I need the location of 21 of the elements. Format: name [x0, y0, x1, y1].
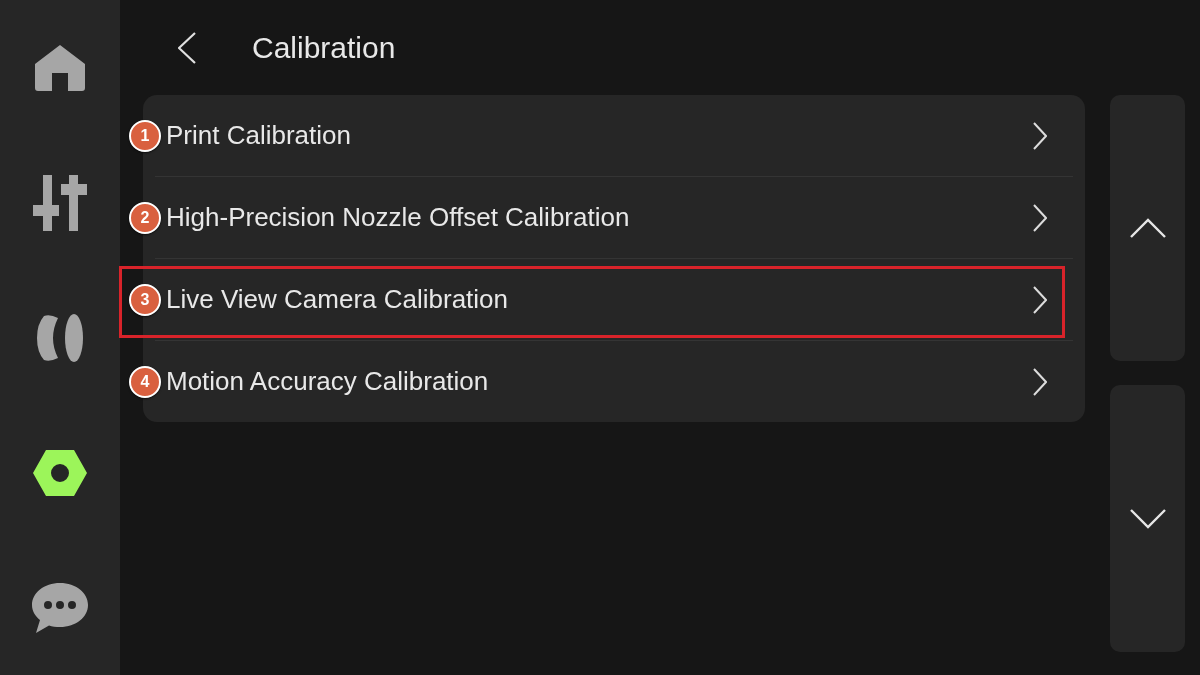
calibration-menu-item[interactable]: Live View Camera Calibration: [166, 259, 1047, 340]
home-icon[interactable]: [35, 44, 85, 91]
sliders-icon[interactable]: [33, 174, 87, 231]
number-marker: 3: [129, 283, 161, 316]
chevron-down-icon: [1129, 508, 1166, 529]
number-marker: 2: [129, 201, 161, 234]
chat-bubble-icon[interactable]: [32, 582, 88, 633]
calibration-menu-item[interactable]: Print Calibration: [166, 95, 1047, 176]
number-marker: 4: [129, 365, 161, 398]
chevron-right-icon: [1033, 203, 1047, 232]
chevron-right-icon: [1033, 285, 1047, 314]
spool-icon[interactable]: [37, 313, 83, 362]
calibration-menu-item[interactable]: High-Precision Nozzle Offset Calibration: [166, 177, 1047, 258]
number-marker: 1: [129, 119, 161, 152]
calibration-menu-item[interactable]: Motion Accuracy Calibration: [166, 341, 1047, 422]
chevron-right-icon: [1033, 121, 1047, 150]
chevron-right-icon: [1033, 367, 1047, 396]
page-title: Calibration: [252, 32, 396, 63]
chevron-up-icon: [1129, 218, 1166, 238]
hex-nut-icon[interactable]: [33, 449, 87, 496]
back-icon[interactable]: [178, 31, 196, 64]
